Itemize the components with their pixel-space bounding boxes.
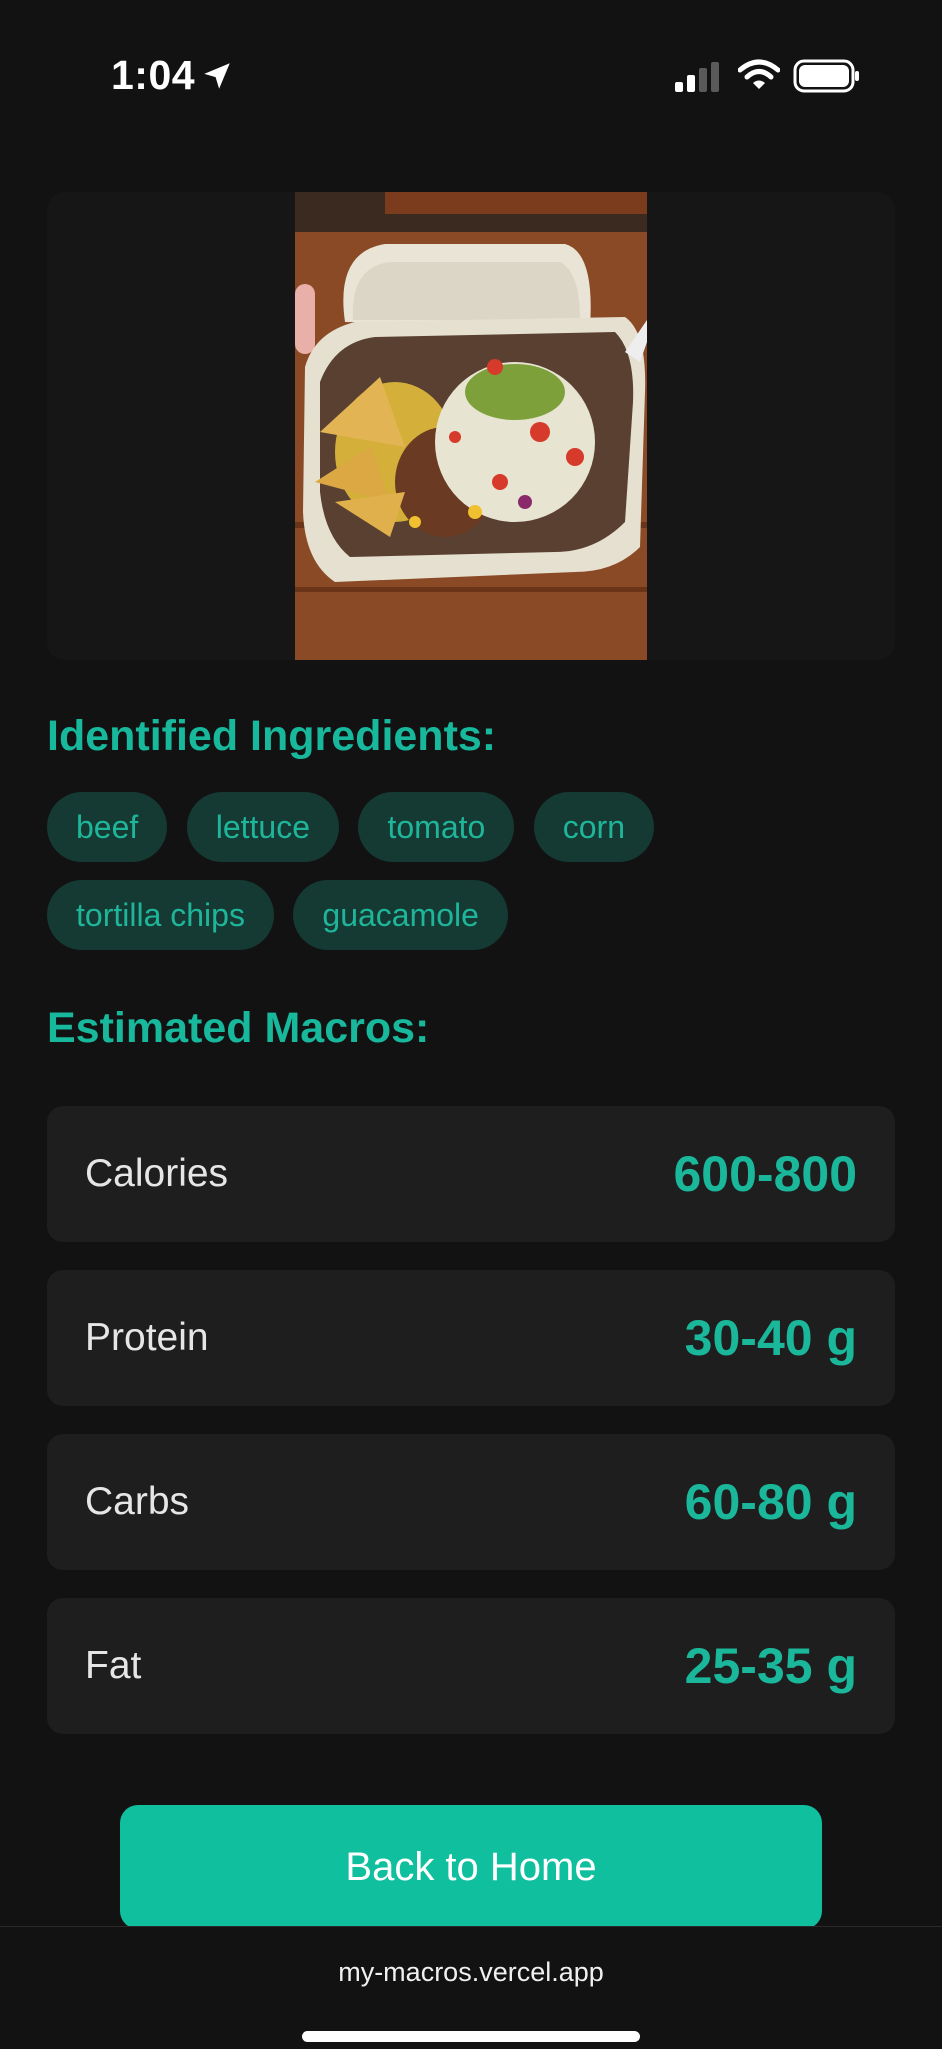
ingredient-chip: corn [533, 792, 654, 862]
ingredient-chip: tortilla chips [47, 880, 274, 950]
status-bar: 1:04 [0, 0, 942, 150]
back-to-home-button[interactable]: Back to Home [120, 1805, 822, 1929]
browser-bottom-bar: my-macros.vercel.app [0, 1926, 942, 2049]
ingredients-title: Identified Ingredients: [47, 712, 497, 760]
url-display[interactable]: my-macros.vercel.app [0, 1957, 942, 1988]
macro-label: Fat [85, 1644, 142, 1687]
macro-list: Calories 600-800 Protein 30-40 g Carbs 6… [47, 1106, 895, 1762]
ingredient-chips: beef lettuce tomato corn tortilla chips … [47, 792, 907, 968]
macro-value: 600-800 [673, 1146, 858, 1202]
macros-title: Estimated Macros: [47, 1004, 430, 1052]
macro-row-fat: Fat 25-35 g [47, 1598, 895, 1734]
macro-row-protein: Protein 30-40 g [47, 1270, 895, 1406]
battery-icon [793, 59, 859, 93]
home-indicator[interactable] [302, 2031, 640, 2042]
macro-label: Carbs [85, 1480, 190, 1523]
macro-row-carbs: Carbs 60-80 g [47, 1434, 895, 1570]
status-time: 1:04 [111, 52, 196, 98]
cellular-signal-icon [675, 62, 719, 92]
macro-label: Protein [85, 1316, 209, 1359]
ingredient-chip: tomato [358, 792, 515, 862]
macro-value: 30-40 g [684, 1310, 857, 1366]
ingredient-chip: guacamole [293, 880, 508, 950]
macro-label: Calories [85, 1152, 229, 1195]
ingredient-chip: lettuce [186, 792, 340, 862]
macro-row-calories: Calories 600-800 [47, 1106, 895, 1242]
ingredient-chip: beef [47, 792, 168, 862]
macro-value: 60-80 g [684, 1474, 857, 1530]
location-arrow-icon [204, 63, 230, 89]
macro-value: 25-35 g [684, 1638, 857, 1694]
food-photo [295, 192, 647, 660]
wifi-icon [738, 59, 780, 89]
